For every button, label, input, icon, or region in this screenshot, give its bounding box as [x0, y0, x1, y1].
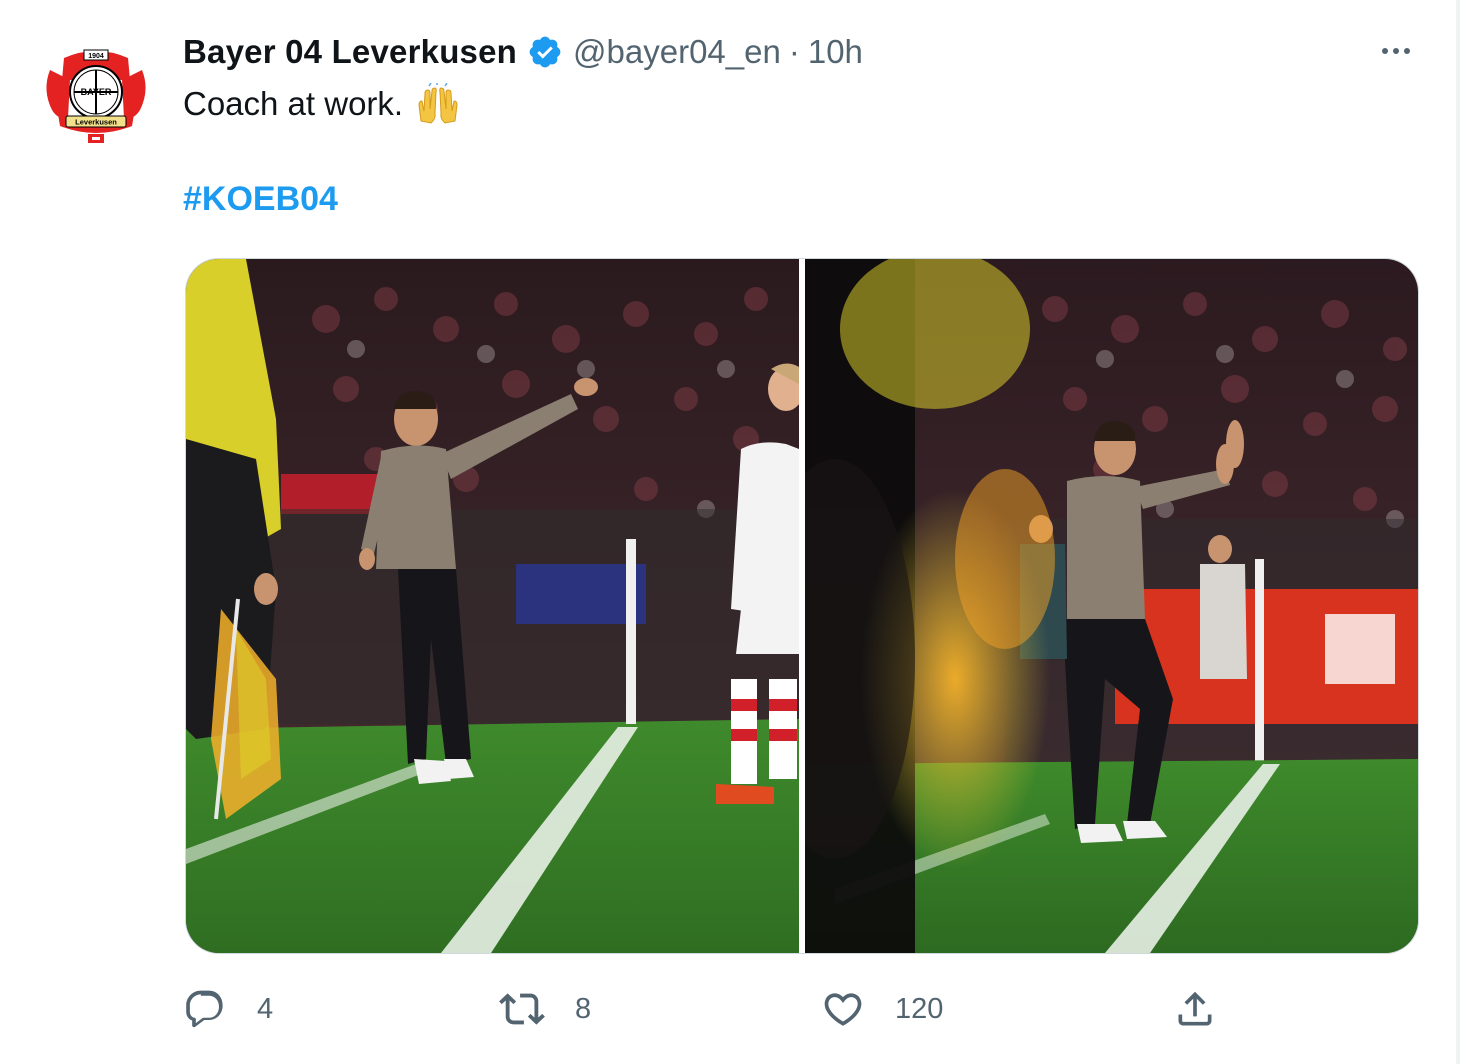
retweet-count: 8: [575, 992, 592, 1025]
coach-gesturing-photo[interactable]: [805, 259, 1418, 953]
user-handle[interactable]: @bayer04_en: [573, 33, 781, 71]
tweet-card[interactable]: 1904 BAYER Leverkusen Bayer 04 Leverkuse…: [0, 0, 1460, 1064]
reply-icon: [186, 990, 223, 1028]
retweet-button[interactable]: 8: [499, 983, 591, 1035]
tweet-text-content: Coach at work.: [183, 85, 404, 122]
tweet-actions: 4 8 120: [183, 983, 1223, 1035]
tweet-text: Coach at work.: [183, 83, 461, 125]
like-button[interactable]: 120: [821, 983, 943, 1035]
avatar[interactable]: 1904 BAYER Leverkusen: [40, 40, 152, 152]
heart-icon: [824, 993, 862, 1026]
share-button[interactable]: [1173, 983, 1217, 1035]
separator-dot: ·: [788, 33, 800, 70]
reply-button[interactable]: 4: [183, 983, 273, 1035]
share-icon: [1178, 991, 1212, 1026]
timestamp[interactable]: 10h: [808, 33, 863, 71]
display-name[interactable]: Bayer 04 Leverkusen: [183, 33, 517, 71]
column-border: [1456, 0, 1460, 1064]
svg-text:BAYER: BAYER: [81, 87, 112, 97]
hashtag-link[interactable]: #KOEB04: [183, 180, 338, 219]
svg-text:1904: 1904: [88, 53, 104, 60]
reply-count: 4: [257, 992, 274, 1025]
retweet-icon: [499, 993, 545, 1025]
coach-pointing-photo[interactable]: [186, 259, 799, 953]
tweet-media: [185, 258, 1419, 954]
more-options-button[interactable]: [1372, 34, 1420, 68]
svg-text:Leverkusen: Leverkusen: [75, 118, 117, 127]
more-dot-icon: [1404, 48, 1410, 54]
more-dot-icon: [1393, 48, 1399, 54]
bayer-leverkusen-crest-icon: 1904 BAYER Leverkusen: [46, 49, 146, 143]
more-dot-icon: [1382, 48, 1388, 54]
verified-badge-icon[interactable]: [527, 34, 563, 70]
raising-hands-icon: [415, 83, 461, 125]
like-count: 120: [895, 992, 944, 1025]
tweet-header: Bayer 04 Leverkusen @bayer04_en · 10h: [183, 30, 863, 74]
